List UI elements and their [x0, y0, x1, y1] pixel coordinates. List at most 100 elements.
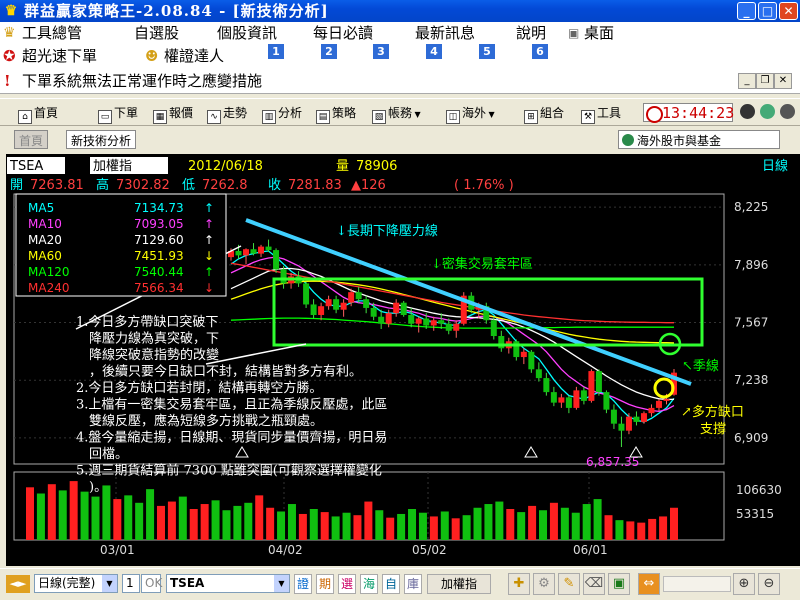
- futures-button[interactable]: 期: [316, 574, 334, 594]
- candle-body: [348, 292, 355, 303]
- minimize-button[interactable]: _: [737, 2, 756, 20]
- options-button[interactable]: 選: [338, 574, 356, 594]
- quick-button-1[interactable]: 1: [268, 44, 284, 59]
- symbol-input[interactable]: TSEA ▼: [166, 574, 290, 593]
- scroll-icon[interactable]: ⇔: [638, 573, 660, 595]
- toolbar-tools[interactable]: ⚒ 工具: [581, 99, 621, 127]
- chart-panel[interactable]: TSEA 加權指 2012/06/18 量 78906 日線 開 7263.81…: [6, 154, 800, 566]
- wrench-icon[interactable]: ⚙: [533, 573, 555, 595]
- menu-stock-info[interactable]: 個股資訊: [217, 22, 277, 44]
- candle-body: [333, 299, 340, 310]
- volume-bar: [582, 504, 591, 540]
- toolbar-trend[interactable]: ∿ 走勢: [207, 99, 247, 127]
- toolbar-portfolio[interactable]: ⊞ 組合: [524, 99, 564, 127]
- quick-button-6[interactable]: 6: [532, 44, 548, 59]
- app-logo-icon: ♛: [4, 3, 18, 19]
- warrant-link[interactable]: 權證達人: [164, 44, 224, 68]
- volume-bar: [451, 518, 460, 540]
- globe-icon: ◫: [446, 110, 460, 124]
- maximize-button[interactable]: □: [758, 2, 777, 20]
- number-input[interactable]: 1: [122, 574, 140, 593]
- zoom-out-icon[interactable]: ⊖: [758, 573, 780, 595]
- close-label: 收: [268, 178, 281, 193]
- ma-legend-arrow: ↑: [204, 233, 214, 247]
- volume-bar: [298, 513, 307, 540]
- toolbar-quote[interactable]: ▦ 報價: [153, 99, 193, 127]
- toolbar-strategy[interactable]: ▤ 策略: [316, 99, 356, 127]
- date-axis: 03/01 04/02 05/02 06/01: [100, 543, 608, 557]
- menu-help[interactable]: 說明: [516, 22, 546, 44]
- inventory-button[interactable]: 庫: [404, 574, 422, 594]
- fast-order-link[interactable]: 超光速下單: [22, 44, 97, 68]
- zoom-in-icon[interactable]: ⊕: [733, 573, 755, 595]
- period-label: 日線: [762, 158, 788, 174]
- candle-body: [520, 351, 527, 358]
- notice-link[interactable]: 下單系統無法正常運作時之應變措施: [22, 68, 262, 94]
- quick-button-3[interactable]: 3: [373, 44, 389, 59]
- ok-button[interactable]: OK: [141, 574, 162, 593]
- excel-icon[interactable]: ▣: [608, 573, 630, 595]
- ma-legend-name: MA20: [28, 233, 62, 247]
- close-button[interactable]: ✕: [779, 2, 798, 20]
- quick-button-4[interactable]: 4: [426, 44, 442, 59]
- quick-button-2[interactable]: 2: [321, 44, 337, 59]
- candle-body: [453, 323, 460, 331]
- downtrend-resistance-line: [245, 218, 692, 386]
- stock-button[interactable]: 證: [294, 574, 312, 594]
- menu-news[interactable]: 最新訊息: [415, 22, 475, 44]
- mdi-close-button[interactable]: ✕: [774, 73, 792, 89]
- eraser-icon[interactable]: ⌫: [583, 573, 605, 595]
- candle-body: [573, 390, 580, 408]
- menu-desktop[interactable]: 桌面: [584, 22, 614, 44]
- volume-bar: [277, 511, 286, 540]
- bottom-toolbar: ◄► 日線(完整) ▼ 1 OK TSEA ▼ 證 期 選 海 自 庫 加權指 ✚ …: [0, 568, 800, 600]
- toolbar-order[interactable]: ▭ 下單: [98, 99, 138, 127]
- volume-bar: [58, 490, 67, 540]
- toolbar-analysis[interactable]: ▥ 分析: [262, 99, 302, 127]
- menu-watchlist[interactable]: 自選股: [134, 22, 179, 44]
- horizontal-scrollbar[interactable]: [663, 576, 731, 592]
- candle-body: [430, 320, 437, 326]
- candle-body: [415, 318, 422, 324]
- index-name-button[interactable]: 加權指: [427, 574, 491, 594]
- portfolio-icon: ⊞: [524, 110, 538, 124]
- high-label: 高: [96, 177, 109, 193]
- candle-body: [558, 397, 565, 403]
- volume-bar: [124, 495, 133, 540]
- pencil-icon[interactable]: ✎: [558, 573, 580, 595]
- volume-bar: [659, 516, 668, 540]
- period-select[interactable]: 日線(完整) ▼: [34, 574, 118, 593]
- gap-circle: [653, 377, 675, 399]
- low-label: 低: [182, 178, 195, 193]
- date-tick-label: 05/02: [412, 543, 447, 557]
- candlestick-chart[interactable]: TSEA 加權指 2012/06/18 量 78906 日線 開 7263.81…: [6, 154, 800, 566]
- volume-bar: [353, 515, 362, 540]
- notice-bar: ! 下單系統無法正常運作時之應變措施: [0, 68, 800, 94]
- header-name: 加權指: [93, 159, 132, 174]
- toolbar-account[interactable]: ▧ 帳務 ▼: [372, 99, 421, 127]
- header-volume: 78906: [356, 159, 397, 174]
- candle-body: [250, 249, 257, 254]
- crosshair-icon[interactable]: ✚: [508, 573, 530, 595]
- volume-bar: [670, 507, 678, 540]
- overseas-button[interactable]: 海: [360, 574, 378, 594]
- toolbar-overseas[interactable]: ◫ 海外 ▼: [446, 99, 495, 127]
- mdi-restore-button[interactable]: ❐: [756, 73, 774, 89]
- mdi-minimize-button[interactable]: _: [738, 73, 756, 89]
- quick-button-5[interactable]: 5: [479, 44, 495, 59]
- menu-daily[interactable]: 每日必讀: [313, 22, 373, 44]
- menu-tools[interactable]: 工具總管: [22, 22, 82, 44]
- analysis-note-line: ，後續只要今日缺口不封，結構皆對多方有利。: [76, 364, 362, 380]
- nav-arrows-icon[interactable]: ◄►: [6, 575, 30, 593]
- toolbar-home[interactable]: ⌂ 首頁: [18, 99, 58, 127]
- tab-overseas[interactable]: 海外股市與基金: [618, 130, 780, 149]
- window-titlebar[interactable]: ♛ 群益贏家策略王-2.08.84 - [新技術分析] _ □ ✕: [0, 0, 800, 22]
- watchlist-button[interactable]: 自: [382, 574, 400, 594]
- tab-technical-analysis[interactable]: 新技術分析: [66, 130, 137, 149]
- candle-body: [265, 246, 272, 251]
- volume-bar: [626, 521, 635, 540]
- volume-bar: [473, 507, 482, 540]
- tab-home[interactable]: 首頁: [14, 130, 49, 149]
- season-annotation: ↖季線: [682, 358, 719, 374]
- volume-bar: [36, 493, 45, 540]
